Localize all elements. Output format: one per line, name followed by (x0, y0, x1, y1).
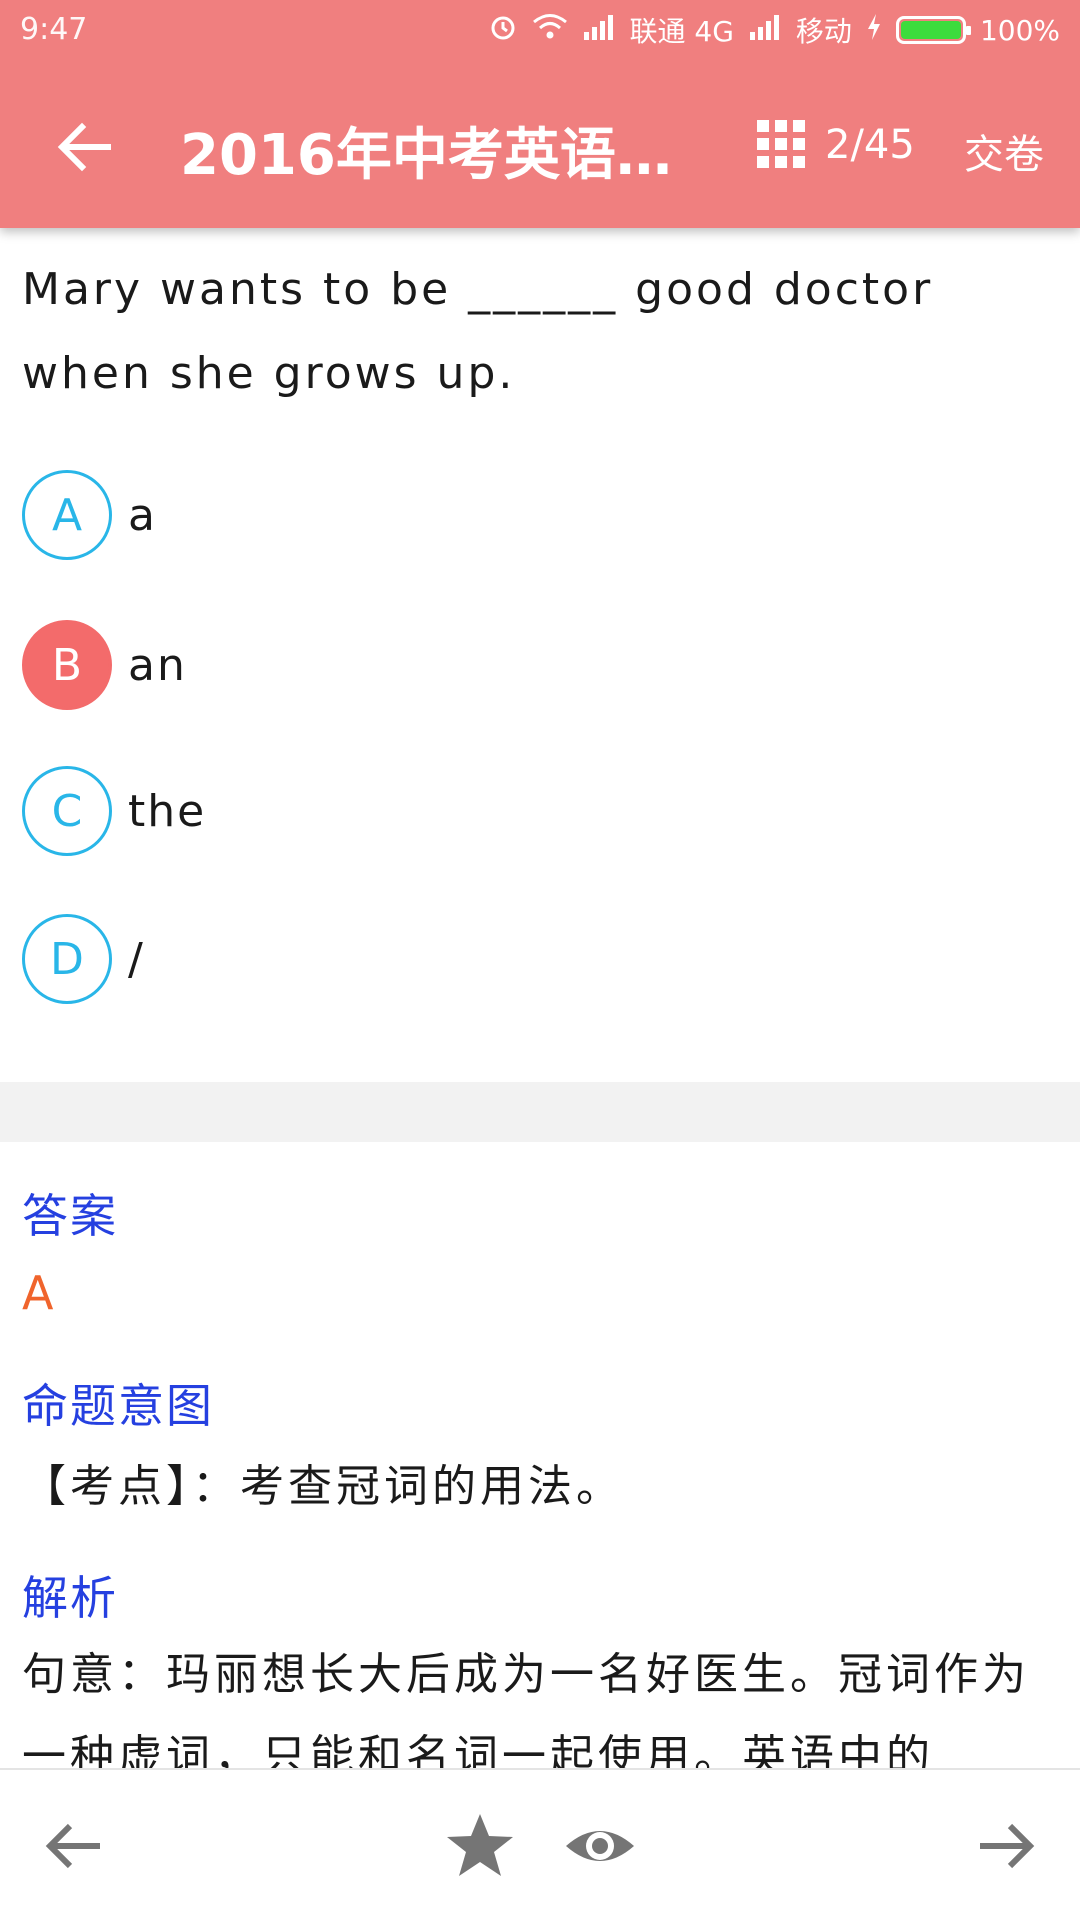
alarm-icon (488, 12, 518, 49)
option-letter: B (22, 620, 112, 710)
question-text: Mary wants to be ______ good doctor when… (22, 264, 934, 399)
intent-text: 【考点】：考查冠词的用法。 (22, 1461, 624, 1512)
option-text: the (128, 785, 207, 837)
question-grid-button[interactable] (755, 118, 807, 170)
battery-icon (895, 16, 971, 44)
signal-icon (748, 14, 782, 47)
star-icon (447, 1814, 513, 1876)
carrier-1: 联通 4G (629, 15, 734, 48)
charging-icon (866, 13, 882, 48)
option-letter: C (22, 766, 112, 856)
answer-value: A (22, 1266, 54, 1320)
arrow-right-icon (980, 1823, 1035, 1869)
grid-icon (757, 120, 805, 168)
eye-icon (566, 1831, 634, 1861)
back-button[interactable] (50, 112, 120, 182)
intent-title: 命题意图 (22, 1379, 214, 1433)
status-right: 联通 4G 移动 100% (488, 10, 1060, 50)
option-letter: D (22, 914, 112, 1004)
arrow-left-icon (57, 122, 111, 172)
option-text: a (128, 489, 157, 541)
option-b[interactable]: B an (22, 618, 922, 712)
next-button[interactable] (966, 1806, 1046, 1886)
status-time: 9:47 (20, 12, 88, 47)
arrow-left-icon (45, 1823, 100, 1869)
option-letter: A (22, 470, 112, 560)
analysis-title: 解析 (22, 1571, 118, 1625)
wifi-icon (532, 13, 568, 48)
option-a[interactable]: A a (22, 468, 922, 562)
page-title: 2016年中考英语重... (180, 123, 720, 188)
app-bar: 9:47 联通 4G 移动 100% 2016年中考英语重... 2/45 交卷 (0, 0, 1080, 228)
bottom-bar (0, 1768, 1080, 1922)
answer-title: 答案 (22, 1189, 118, 1243)
option-text: / (128, 933, 145, 985)
option-c[interactable]: C the (22, 764, 922, 858)
signal-icon (582, 14, 616, 47)
submit-button[interactable]: 交卷 (964, 122, 1044, 180)
carrier-2: 移动 (795, 15, 852, 48)
status-bar: 9:47 联通 4G 移动 100% (0, 0, 1080, 62)
favorite-button[interactable] (440, 1806, 520, 1886)
question-counter: 2/45 (825, 122, 915, 168)
view-button[interactable] (560, 1806, 640, 1886)
battery-text: 100% (979, 13, 1060, 47)
option-text: an (128, 639, 187, 691)
option-d[interactable]: D / (22, 912, 922, 1006)
previous-button[interactable] (34, 1806, 114, 1886)
section-divider (0, 1082, 1080, 1142)
toolbar: 2016年中考英语重... 2/45 交卷 (0, 62, 1080, 228)
